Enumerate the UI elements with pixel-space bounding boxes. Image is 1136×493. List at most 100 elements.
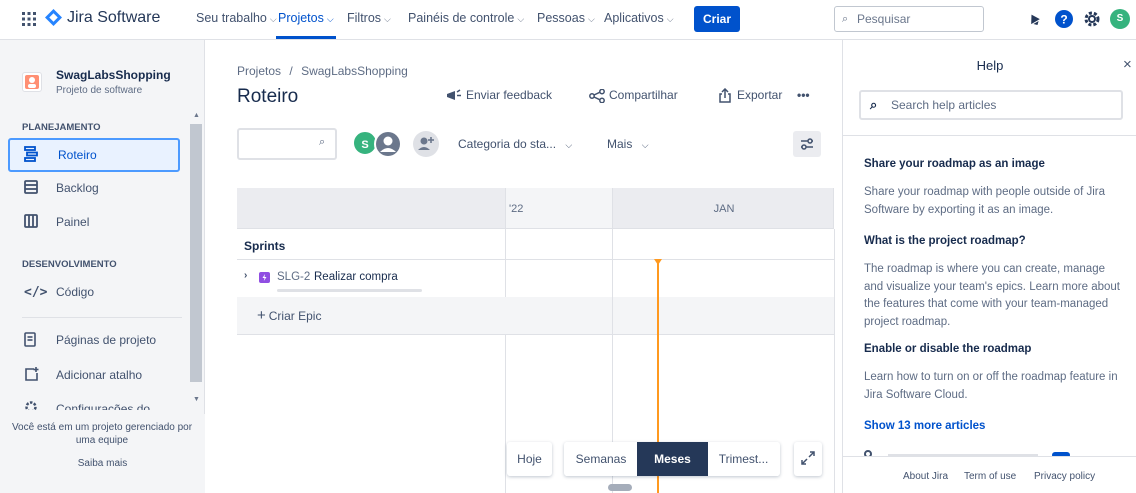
grid-divider bbox=[834, 229, 835, 493]
feedback-label: Enviar feedback bbox=[466, 88, 553, 102]
nav-label: Projetos bbox=[278, 11, 324, 25]
create-epic-label: Criar Epic bbox=[268, 309, 322, 323]
timeline-month-label: JAN bbox=[713, 203, 735, 215]
epic-progress-bar bbox=[277, 289, 422, 292]
sidebar-item-adicionar-atalho[interactable]: Adicionar atalho bbox=[8, 359, 180, 393]
status-category-label: Categoria do sta... bbox=[458, 137, 557, 151]
create-button[interactable]: Criar bbox=[694, 6, 740, 32]
scroll-thumb[interactable] bbox=[190, 124, 202, 382]
show-more-articles-link[interactable]: Show 13 more articles bbox=[864, 420, 985, 432]
nav-label: Painéis de controle bbox=[408, 11, 515, 25]
weeks-button[interactable]: Semanas bbox=[566, 442, 636, 476]
pages-icon bbox=[24, 332, 36, 347]
sidebar-item-label: Configurações do bbox=[56, 402, 151, 410]
article-heading[interactable]: Enable or disable the roadmap bbox=[864, 343, 1031, 355]
brand-name[interactable]: Jira Software bbox=[67, 9, 160, 27]
sidebar-item-label: Páginas de projeto bbox=[56, 333, 157, 347]
search-icon: ⌕ bbox=[870, 97, 878, 112]
nav-aplicativos[interactable]: Aplicativos ⌵ bbox=[604, 11, 674, 25]
expand-chevron-icon[interactable]: › bbox=[244, 270, 247, 281]
notifications-icon[interactable] bbox=[1025, 10, 1043, 28]
fullscreen-icon[interactable] bbox=[794, 442, 822, 476]
sidebar-item-painel[interactable]: Painel bbox=[8, 206, 180, 240]
grid-header-left bbox=[237, 188, 505, 229]
roadmap-search-input[interactable]: ⌕ bbox=[237, 128, 337, 160]
nav-filtros[interactable]: Filtros ⌵ bbox=[347, 11, 391, 25]
article-heading[interactable]: Share your roadmap as an image bbox=[864, 158, 1045, 170]
export-icon bbox=[718, 88, 732, 104]
help-search-placeholder: Search help articles bbox=[891, 98, 997, 112]
close-icon[interactable]: × bbox=[1123, 56, 1132, 73]
sidebar-scrollbar[interactable]: ▲ ▼ bbox=[190, 112, 202, 412]
chevron-down-icon: ⌵ bbox=[326, 14, 334, 24]
share-button[interactable]: Compartilhar bbox=[589, 88, 678, 103]
epic-icon bbox=[259, 272, 270, 283]
learn-more-link[interactable]: Saiba mais bbox=[0, 458, 205, 469]
nav-paineis[interactable]: Painéis de controle ⌵ bbox=[408, 11, 524, 25]
app-switcher-icon[interactable] bbox=[22, 12, 36, 26]
search-icon: ⌕ bbox=[319, 136, 326, 148]
global-search-input[interactable]: ⌕ Pesquisar bbox=[834, 6, 984, 32]
privacy-link[interactable]: Privacy policy bbox=[1034, 471, 1095, 482]
breadcrumb-project[interactable]: SwagLabsShopping bbox=[301, 64, 408, 78]
export-button[interactable]: Exportar bbox=[718, 88, 782, 104]
breadcrumb-projetos[interactable]: Projetos bbox=[237, 64, 281, 78]
sidebar-item-roteiro[interactable]: Roteiro bbox=[8, 138, 180, 172]
sidebar-item-label: Código bbox=[56, 285, 95, 299]
sprints-row[interactable]: Sprints bbox=[237, 229, 505, 260]
epic-name[interactable]: Realizar compra bbox=[314, 271, 398, 283]
nav-seu-trabalho[interactable]: Seu trabalho ⌵ bbox=[196, 11, 277, 25]
quarters-button[interactable]: Trimest... bbox=[709, 442, 778, 476]
article-body: Learn how to turn on or off the roadmap … bbox=[864, 371, 1118, 401]
sidebar-item-backlog[interactable]: Backlog bbox=[8, 172, 180, 206]
sidebar-item-codigo[interactable]: </> Código bbox=[8, 276, 180, 310]
settings-icon bbox=[24, 400, 38, 410]
sidebar-item-paginas[interactable]: Páginas de projeto bbox=[8, 324, 180, 358]
more-actions-button[interactable]: ••• bbox=[797, 88, 810, 102]
horizontal-scroll-handle[interactable] bbox=[608, 484, 632, 491]
more-filters-dropdown[interactable]: Mais ⌵ bbox=[607, 137, 649, 151]
view-settings-icon[interactable] bbox=[793, 131, 821, 157]
unassigned-avatar-icon[interactable] bbox=[374, 130, 402, 158]
scroll-up-arrow[interactable]: ▲ bbox=[193, 112, 200, 119]
nav-projetos[interactable]: Projetos ⌵ bbox=[278, 11, 334, 25]
status-category-filter[interactable]: Categoria do sta... ⌵ bbox=[458, 137, 572, 151]
sidebar-footer: Você está em um projeto gerenciado por u… bbox=[0, 414, 205, 493]
help-title: Help bbox=[976, 58, 1004, 73]
about-jira-link[interactable]: About Jira bbox=[903, 471, 948, 482]
feedback-button[interactable]: Enviar feedback bbox=[446, 88, 552, 103]
nav-pessoas[interactable]: Pessoas ⌵ bbox=[537, 11, 595, 25]
timeline-year-label: '22 bbox=[509, 203, 524, 215]
months-button[interactable]: Meses bbox=[637, 442, 708, 476]
breadcrumb: Projetos / SwagLabsShopping bbox=[237, 64, 408, 78]
create-epic-button[interactable]: + Criar Epic bbox=[257, 307, 321, 324]
share-label: Compartilhar bbox=[609, 88, 678, 102]
user-avatar[interactable]: S bbox=[1110, 9, 1130, 29]
project-sidebar: SwagLabsShopping Projeto de software PLA… bbox=[0, 40, 205, 493]
sidebar-item-label: Painel bbox=[56, 215, 90, 229]
epic-key[interactable]: SLG-2 bbox=[277, 271, 310, 283]
sidebar-item-configuracoes[interactable]: Configurações do bbox=[8, 392, 180, 410]
epic-row[interactable]: › SLG-2 Realizar compra bbox=[237, 260, 505, 297]
scroll-down-arrow[interactable]: ▼ bbox=[193, 396, 200, 403]
article-body: Share your roadmap with people outside o… bbox=[864, 186, 1106, 216]
sprints-timeline bbox=[505, 229, 834, 260]
add-shortcut-icon bbox=[24, 367, 39, 382]
nav-label: Seu trabalho bbox=[196, 11, 267, 25]
settings-gear-icon[interactable] bbox=[1082, 9, 1102, 29]
today-button[interactable]: Hoje bbox=[507, 442, 552, 476]
jira-logo[interactable] bbox=[45, 9, 62, 26]
chevron-down-icon: ⌵ bbox=[269, 14, 277, 24]
article-heading[interactable]: What is the project roadmap? bbox=[864, 235, 1026, 247]
terms-link[interactable]: Term of use bbox=[964, 471, 1016, 482]
breadcrumb-separator: / bbox=[289, 64, 293, 78]
create-epic-row[interactable]: + Criar Epic bbox=[237, 297, 834, 335]
help-icon[interactable]: ? bbox=[1054, 9, 1074, 29]
add-people-icon[interactable] bbox=[413, 131, 439, 157]
help-search-input[interactable]: ⌕ Search help articles bbox=[859, 90, 1123, 120]
chevron-down-icon: ⌵ bbox=[587, 14, 595, 24]
board-icon bbox=[24, 214, 38, 228]
chevron-down-icon: ⌵ bbox=[517, 14, 525, 24]
search-placeholder: Pesquisar bbox=[857, 12, 911, 26]
more-filters-label: Mais bbox=[607, 137, 633, 151]
